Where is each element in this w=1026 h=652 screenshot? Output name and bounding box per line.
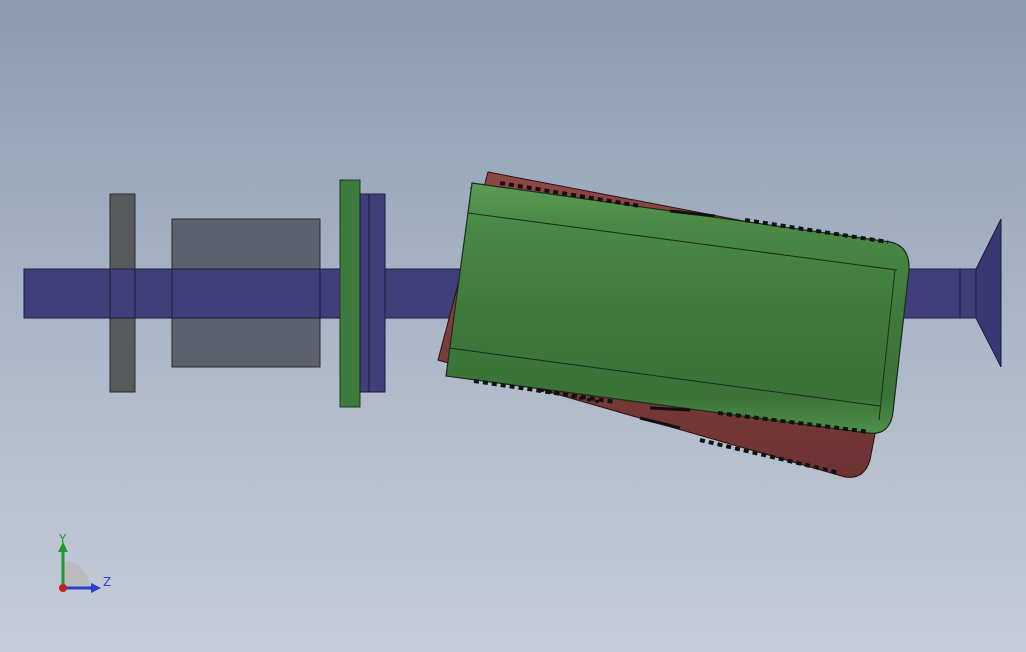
shaft-end-collar[interactable] xyxy=(959,268,977,319)
dashed-edge-bottom-c xyxy=(649,406,691,412)
blue-plate[interactable] xyxy=(359,193,386,393)
triad-origin-icon xyxy=(59,584,67,592)
graphics-viewport[interactable]: Y Z xyxy=(0,0,1026,652)
green-cylinder[interactable] xyxy=(445,181,910,475)
triad-z-label: Z xyxy=(103,575,112,589)
left-flange-hub xyxy=(109,268,136,319)
cone-end[interactable] xyxy=(975,218,1002,368)
green-cylinder-body xyxy=(445,182,910,434)
motor-block-shaft-pass xyxy=(171,268,321,319)
triad-y-label: Y xyxy=(59,532,67,546)
green-plate[interactable] xyxy=(339,179,361,408)
model-view[interactable] xyxy=(0,0,1026,652)
triad-z-arrow-icon xyxy=(91,583,101,593)
triad-quarter-disc xyxy=(63,561,90,588)
orientation-triad xyxy=(58,542,101,593)
